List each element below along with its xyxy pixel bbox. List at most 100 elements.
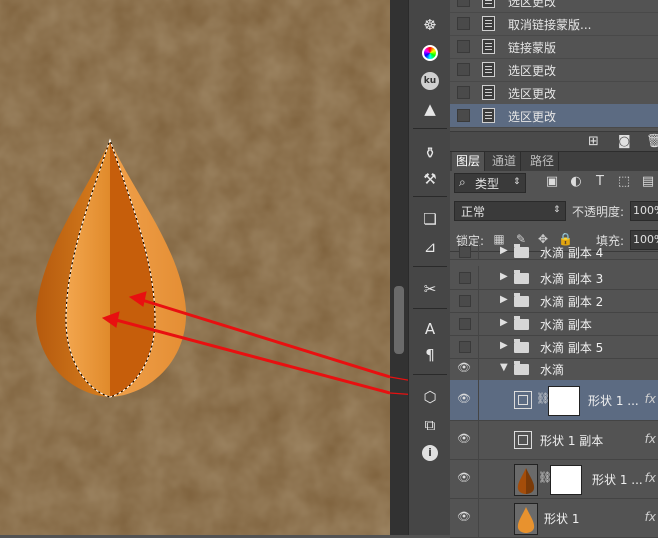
panel-tabs: 图层 通道 路径 — [450, 151, 658, 171]
layer-thumbnail[interactable] — [514, 503, 538, 535]
panel-tool-strip: ☸ ku ▲ ⚱ ⚒ ❏ ⊿ ✂ A ¶ ⬡ ⧉ i — [408, 0, 452, 535]
filter-smart-object-icon[interactable]: ▤ — [640, 174, 656, 190]
filter-pixel-icon[interactable]: ▣ — [544, 174, 560, 190]
character-style-icon[interactable]: ⊿ — [418, 236, 442, 258]
filter-type-icon[interactable]: T — [592, 174, 608, 190]
tool-presets-icon[interactable]: ✂ — [418, 278, 442, 300]
layer-filter-select[interactable]: ⌕ 类型 ⇕ — [454, 173, 526, 193]
folder-icon — [514, 316, 529, 330]
trash-icon[interactable]: 🗑 — [646, 134, 658, 149]
navigator-icon[interactable]: ☸ — [418, 14, 442, 36]
layer-row[interactable]: 👁 形状 1 fx — [450, 498, 658, 538]
expand-toggle-icon[interactable]: ▶ — [500, 317, 508, 328]
history-item-label: 选区更改 — [508, 64, 557, 78]
visibility-toggle[interactable] — [459, 341, 471, 353]
layer-name: 形状 1 — [544, 512, 580, 526]
visibility-toggle[interactable] — [459, 295, 471, 307]
history-footer: ⊞ ◙ 🗑 — [450, 131, 658, 152]
canvas-artwork — [0, 0, 390, 535]
snapshot-source-checkbox[interactable] — [457, 86, 470, 99]
visibility-toggle[interactable] — [459, 318, 471, 330]
new-snapshot-icon[interactable]: ⊞ — [588, 134, 599, 149]
histogram-icon[interactable]: ▲ — [418, 98, 442, 120]
filter-shape-icon[interactable]: ⬚ — [616, 174, 632, 190]
tab-layers[interactable]: 图层 — [452, 152, 486, 171]
expand-toggle-icon[interactable]: ▶ — [500, 271, 508, 282]
history-item[interactable]: 选区更改 — [450, 58, 658, 82]
history-item[interactable]: 选区更改 — [450, 81, 658, 105]
layer-row[interactable]: ▶ 水滴 副本 2 — [450, 289, 658, 313]
snapshot-source-checkbox[interactable] — [457, 109, 470, 122]
history-item-label: 链接蒙版 — [508, 41, 557, 55]
expand-toggle-icon[interactable]: ▼ — [500, 362, 508, 373]
paragraph-icon[interactable]: ¶ — [418, 344, 442, 366]
layer-row[interactable]: 👁 ▼ 水滴 — [450, 358, 658, 381]
expand-toggle-icon[interactable]: ▶ — [500, 340, 508, 351]
history-item[interactable]: 链接蒙版 — [450, 35, 658, 59]
tab-channels[interactable]: 通道 — [488, 152, 522, 171]
brush-preset-icon[interactable]: ⚒ — [418, 168, 442, 190]
history-item-label: 选区更改 — [508, 87, 557, 101]
3d-icon[interactable]: ⬡ — [418, 386, 442, 408]
layer-row[interactable]: ▶ 水滴 副本 3 — [450, 266, 658, 290]
layer-row[interactable]: 👁 ⛓ 形状 1 ... fx — [450, 459, 658, 499]
document-icon — [482, 85, 495, 100]
blend-mode-select[interactable]: 正常 ⇕ — [454, 201, 566, 221]
layer-row[interactable]: ▶ 水滴 副本 4 — [450, 244, 658, 260]
history-item-label: 选区更改 — [508, 110, 557, 124]
eye-icon[interactable]: 👁 — [457, 392, 471, 405]
visibility-toggle[interactable] — [459, 272, 471, 284]
info-icon[interactable]: i — [418, 442, 442, 464]
filter-adjustment-icon[interactable]: ◐ — [568, 174, 584, 190]
layer-row[interactable]: 👁 形状 1 副本 fx — [450, 420, 658, 460]
fx-icon[interactable]: fx — [645, 510, 656, 524]
document-icon — [482, 39, 495, 54]
document-canvas[interactable] — [0, 0, 390, 535]
tab-paths[interactable]: 路径 — [526, 152, 560, 171]
document-icon — [482, 108, 495, 123]
vector-mask-thumbnail[interactable] — [548, 386, 580, 416]
eye-icon[interactable]: 👁 — [457, 432, 471, 445]
layer-mask-thumbnail[interactable] — [550, 465, 582, 495]
layer-row[interactable]: ▶ 水滴 副本 5 — [450, 335, 658, 359]
opacity-input[interactable]: 100% — [630, 201, 658, 221]
camera-icon[interactable]: ◙ — [618, 134, 631, 149]
3d-scene-icon[interactable]: ⧉ — [418, 414, 442, 436]
kuler-icon[interactable]: ku — [418, 70, 442, 92]
fx-icon[interactable]: fx — [645, 392, 656, 406]
visibility-toggle[interactable] — [459, 246, 471, 258]
history-item-label: 取消链接蒙版... — [508, 18, 592, 32]
document-icon — [482, 0, 495, 8]
fx-icon[interactable]: fx — [645, 471, 656, 485]
eye-icon[interactable]: 👁 — [457, 510, 471, 523]
color-wheel-icon[interactable] — [418, 42, 442, 64]
blend-mode-value: 正常 — [461, 205, 486, 219]
layer-name: 水滴 副本 3 — [540, 272, 604, 286]
snapshot-source-checkbox[interactable] — [457, 40, 470, 53]
fx-icon[interactable]: fx — [645, 432, 656, 446]
clone-source-icon[interactable]: ❏ — [418, 208, 442, 230]
history-item-label: 选区更改 — [508, 0, 557, 9]
scrollbar-thumb[interactable] — [394, 286, 404, 354]
layer-row[interactable]: ▶ 水滴 副本 — [450, 312, 658, 336]
document-icon — [482, 62, 495, 77]
expand-toggle-icon[interactable]: ▶ — [500, 294, 508, 305]
folder-icon — [514, 293, 529, 307]
character-icon[interactable]: A — [418, 318, 442, 340]
brushes-icon[interactable]: ⚱ — [418, 142, 442, 164]
layer-row[interactable]: 👁 ⛓ 形状 1 ... fx — [450, 380, 658, 421]
dropdown-arrows-icon: ⇕ — [513, 177, 521, 187]
history-item[interactable]: 选区更改 — [450, 104, 658, 128]
eye-icon[interactable]: 👁 — [457, 471, 471, 484]
snapshot-source-checkbox[interactable] — [457, 63, 470, 76]
eye-icon[interactable]: 👁 — [457, 361, 471, 374]
opacity-label: 不透明度: — [572, 205, 625, 219]
folder-icon — [514, 244, 529, 258]
snapshot-source-checkbox[interactable] — [457, 17, 470, 30]
canvas-scrollbar[interactable] — [390, 0, 408, 535]
layer-thumbnail[interactable] — [514, 464, 538, 496]
history-item[interactable]: 取消链接蒙版... — [450, 12, 658, 36]
snapshot-source-checkbox[interactable] — [457, 0, 470, 7]
expand-toggle-icon[interactable]: ▶ — [500, 245, 508, 256]
layers-panel: 选区更改 取消链接蒙版... 链接蒙版 选区更改 选区更改 选区更改 ⊞ ◙ 🗑 图层 通… — [450, 0, 658, 538]
